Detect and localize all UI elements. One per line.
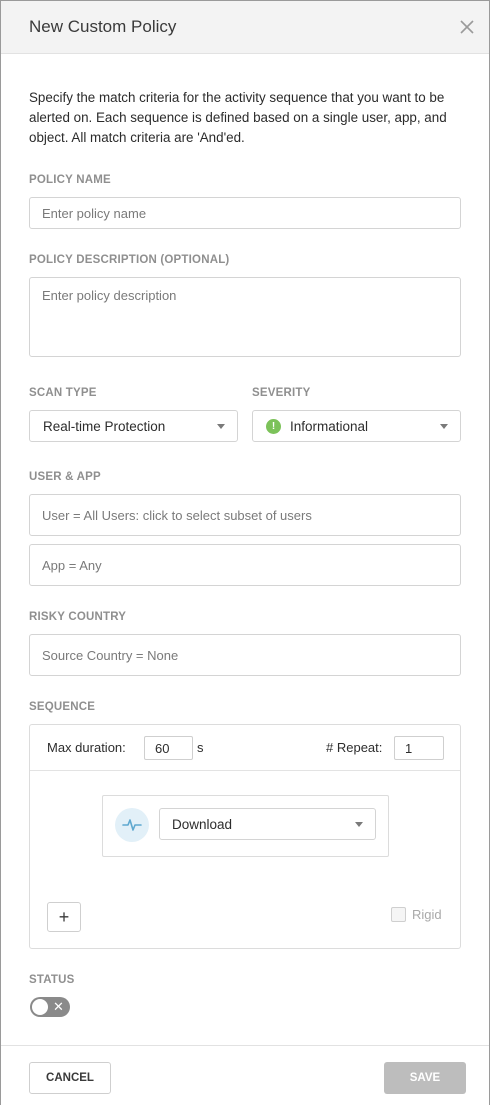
app-selector-text: App = Any <box>42 557 102 573</box>
chevron-down-icon <box>440 424 448 429</box>
source-country-text: Source Country = None <box>42 647 179 663</box>
activity-value: Download <box>172 816 233 832</box>
policy-description-placeholder: Enter policy description <box>42 288 177 303</box>
risky-country-label: RISKY COUNTRY <box>29 611 127 623</box>
user-selector[interactable]: User = All Users: click to select subset… <box>29 494 461 536</box>
policy-name-placeholder: Enter policy name <box>42 205 147 221</box>
activity-pulse-icon <box>115 808 149 842</box>
user-selector-text: User = All Users: click to select subset… <box>42 507 312 523</box>
max-duration-label: Max duration: <box>47 740 126 755</box>
policy-description-label: POLICY DESCRIPTION (OPTIONAL) <box>29 254 230 266</box>
source-country-selector[interactable]: Source Country = None <box>29 634 461 676</box>
sequence-panel: Max duration: 60 s # Repeat: 1 Download … <box>29 724 461 949</box>
dialog-footer: CANCEL SAVE <box>1 1045 489 1105</box>
add-activity-button[interactable]: + <box>47 902 81 932</box>
duration-unit: s <box>197 740 204 755</box>
save-button[interactable]: SAVE <box>384 1062 466 1094</box>
user-app-label: USER & APP <box>29 471 101 483</box>
severity-select[interactable]: ! Informational <box>252 410 461 442</box>
app-selector[interactable]: App = Any <box>29 544 461 586</box>
max-duration-value: 60 <box>155 740 170 756</box>
scan-type-label: SCAN TYPE <box>29 387 97 399</box>
dialog-header: New Custom Policy <box>1 1 489 54</box>
toggle-knob <box>32 999 48 1015</box>
rigid-checkbox[interactable] <box>391 907 406 922</box>
chevron-down-icon <box>217 424 225 429</box>
activity-card: Download <box>102 795 389 857</box>
status-label: STATUS <box>29 974 75 986</box>
rigid-label: Rigid <box>412 907 442 922</box>
close-icon: ✕ <box>53 999 64 1014</box>
sequence-label: SEQUENCE <box>29 701 96 713</box>
policy-name-label: POLICY NAME <box>29 174 111 186</box>
severity-label: SEVERITY <box>252 387 311 399</box>
policy-description-textarea[interactable]: Enter policy description <box>29 277 461 357</box>
info-icon: ! <box>266 418 281 434</box>
repeat-input[interactable]: 1 <box>394 736 444 760</box>
plus-icon: + <box>58 906 70 927</box>
dialog-title: New Custom Policy <box>29 17 177 36</box>
repeat-value: 1 <box>405 740 413 756</box>
scan-type-value: Real-time Protection <box>43 418 166 434</box>
close-icon[interactable] <box>457 17 477 37</box>
severity-value: Informational <box>290 418 369 434</box>
cancel-button[interactable]: CANCEL <box>29 1062 111 1094</box>
max-duration-input[interactable]: 60 <box>144 736 193 760</box>
activity-select[interactable]: Download <box>159 808 376 840</box>
sequence-settings-bar: Max duration: 60 s # Repeat: 1 <box>30 725 460 771</box>
status-toggle[interactable]: ✕ <box>30 997 70 1017</box>
custom-policy-dialog: New Custom Policy Specify the match crit… <box>0 0 490 1105</box>
repeat-label: # Repeat: <box>326 740 383 755</box>
scan-type-select[interactable]: Real-time Protection <box>29 410 238 442</box>
intro-text: Specify the match criteria for the activ… <box>29 90 447 145</box>
policy-name-input[interactable]: Enter policy name <box>29 197 461 229</box>
chevron-down-icon <box>355 822 363 827</box>
